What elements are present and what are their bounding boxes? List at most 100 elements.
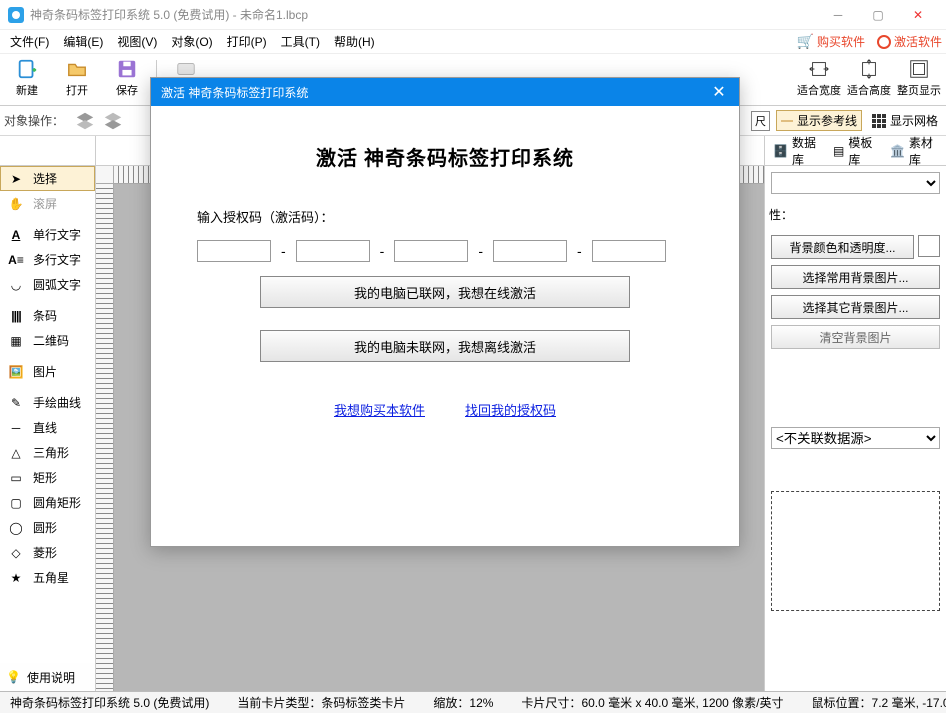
guide-icon: ⎯⎯: [781, 113, 793, 128]
license-input-label: 输入授权码（激活码）：: [197, 207, 699, 226]
datasource-select[interactable]: <不关联数据源>: [771, 427, 940, 449]
menu-tool[interactable]: 工具(T): [275, 31, 326, 52]
tool-freehand[interactable]: ✎手绘曲线: [0, 390, 95, 415]
text-icon: A: [7, 228, 25, 242]
bg-image-other-button[interactable]: 选择其它背景图片...: [771, 295, 940, 319]
new-icon: [16, 58, 38, 80]
preview-box: [771, 491, 940, 611]
menu-view[interactable]: 视图(V): [111, 31, 163, 52]
tool-rect[interactable]: ▭矩形: [0, 465, 95, 490]
license-input-5[interactable]: [592, 240, 666, 262]
menu-object[interactable]: 对象(O): [165, 31, 218, 52]
status-mouse: 鼠标位置：7.2 毫米, -17.0 毫: [808, 694, 946, 711]
layer-forward-icon[interactable]: [74, 110, 96, 132]
status-type: 当前卡片类型：条码标签类卡片: [233, 694, 409, 711]
minimize-button[interactable]: ─: [818, 1, 858, 29]
activate-software-link[interactable]: 激活软件: [877, 33, 942, 50]
grid-icon: [872, 114, 886, 128]
dialog-title: 激活 神奇条码标签打印系统: [161, 84, 709, 101]
database-icon: 🗄️: [773, 144, 788, 158]
tool-multi-text[interactable]: A≡多行文字: [0, 247, 95, 272]
save-icon: [116, 58, 138, 80]
tool-oval[interactable]: ◯圆形: [0, 515, 95, 540]
diamond-icon: ◇: [7, 546, 25, 560]
arc-text-icon: ◡: [7, 278, 25, 292]
rect-icon: ▭: [7, 471, 25, 485]
pencil-icon: ✎: [7, 396, 25, 410]
online-activate-button[interactable]: 我的电脑已联网，我想在线激活: [260, 276, 630, 308]
close-button[interactable]: ✕: [898, 1, 938, 29]
circle-icon: [877, 35, 891, 49]
star-icon: ★: [7, 571, 25, 585]
status-app: 神奇条码标签打印系统 5.0 (免费试用): [6, 694, 213, 711]
tab-template[interactable]: ▤模板库: [833, 134, 878, 168]
full-page-icon: [908, 58, 930, 80]
help-item[interactable]: 💡 使用说明: [0, 663, 95, 691]
oval-icon: ◯: [7, 521, 25, 535]
hand-icon: ✋: [7, 197, 25, 211]
template-icon: ▤: [833, 144, 844, 158]
vertical-ruler[interactable]: [96, 184, 114, 691]
roundrect-icon: ▢: [7, 496, 25, 510]
open-button[interactable]: 打开: [54, 56, 100, 98]
right-panel: 性： 背景颜色和透明度... 选择常用背景图片... 选择其它背景图片... 清…: [764, 166, 946, 691]
bg-color-button[interactable]: 背景颜色和透明度...: [771, 235, 914, 259]
cart-icon: 🛒: [797, 33, 814, 50]
tool-diamond[interactable]: ◇菱形: [0, 540, 95, 565]
new-button[interactable]: 新建: [4, 56, 50, 98]
tool-select[interactable]: ➤选择: [0, 166, 95, 191]
fit-width-icon: [808, 58, 830, 80]
license-input-2[interactable]: [296, 240, 370, 262]
fit-height-button[interactable]: 适合高度: [846, 56, 892, 98]
show-grid-toggle[interactable]: 显示网格: [868, 111, 942, 130]
license-input-4[interactable]: [493, 240, 567, 262]
tool-pan[interactable]: ✋滚屏: [0, 191, 95, 216]
maximize-button[interactable]: ▢: [858, 1, 898, 29]
tab-database[interactable]: 🗄️数据库: [773, 134, 821, 168]
status-size: 卡片尺寸：60.0 毫米 x 40.0 毫米, 1200 像素/英寸: [517, 694, 787, 711]
recover-license-link[interactable]: 找回我的授权码: [465, 400, 556, 419]
tool-barcode[interactable]: ||||条码: [0, 303, 95, 328]
full-page-button[interactable]: 整页显示: [896, 56, 942, 98]
tool-picture[interactable]: 🖼️图片: [0, 359, 95, 384]
line-icon: ─: [7, 421, 25, 435]
bg-color-swatch[interactable]: [918, 235, 940, 257]
right-select-1[interactable]: [771, 172, 940, 194]
show-guides-toggle[interactable]: ⎯⎯ 显示参考线: [776, 110, 862, 131]
dialog-titlebar: 激活 神奇条码标签打印系统 ✕: [151, 78, 739, 106]
layer-back-icon[interactable]: [102, 110, 124, 132]
bg-clear-button[interactable]: 清空背景图片: [771, 325, 940, 349]
dialog-close-button[interactable]: ✕: [709, 82, 729, 102]
tab-resource[interactable]: 🏛️素材库: [890, 134, 938, 168]
bulb-icon: 💡: [6, 670, 21, 684]
license-input-3[interactable]: [394, 240, 468, 262]
left-tool-panel: ➤选择 ✋滚屏 A单行文字 A≡多行文字 ◡圆弧文字 ||||条码 ▦二维码 🖼…: [0, 166, 96, 691]
menu-edit[interactable]: 编辑(E): [57, 31, 109, 52]
tool-line[interactable]: ─直线: [0, 415, 95, 440]
fit-width-button[interactable]: 适合宽度: [796, 56, 842, 98]
window-title: 神奇条码标签打印系统 5.0 (免费试用) - 未命名1.lbcp: [30, 6, 818, 23]
titlebar: 神奇条码标签打印系统 5.0 (免费试用) - 未命名1.lbcp ─ ▢ ✕: [0, 0, 946, 30]
ruler-toggle[interactable]: 尺: [751, 111, 770, 131]
menu-help[interactable]: 帮助(H): [328, 31, 381, 52]
status-zoom: 缩放：12%: [429, 694, 497, 711]
offline-activate-button[interactable]: 我的电脑未联网，我想离线激活: [260, 330, 630, 362]
triangle-icon: △: [7, 446, 25, 460]
menu-print[interactable]: 打印(P): [221, 31, 273, 52]
tool-triangle[interactable]: △三角形: [0, 440, 95, 465]
bg-image-common-button[interactable]: 选择常用背景图片...: [771, 265, 940, 289]
buy-link[interactable]: 我想购买本软件: [334, 400, 425, 419]
save-button[interactable]: 保存: [104, 56, 150, 98]
tool-arc-text[interactable]: ◡圆弧文字: [0, 272, 95, 297]
buy-software-link[interactable]: 🛒 购买软件: [797, 33, 865, 50]
menu-file[interactable]: 文件(F): [4, 31, 55, 52]
tool-star[interactable]: ★五角星: [0, 565, 95, 590]
license-code-row: - - - -: [191, 240, 699, 262]
tool-roundrect[interactable]: ▢圆角矩形: [0, 490, 95, 515]
object-ops-label: 对象操作：: [4, 112, 64, 129]
license-input-1[interactable]: [197, 240, 271, 262]
cursor-icon: ➤: [7, 172, 25, 186]
tool-single-text[interactable]: A单行文字: [0, 222, 95, 247]
menubar: 文件(F) 编辑(E) 视图(V) 对象(O) 打印(P) 工具(T) 帮助(H…: [0, 30, 946, 54]
tool-qrcode[interactable]: ▦二维码: [0, 328, 95, 353]
